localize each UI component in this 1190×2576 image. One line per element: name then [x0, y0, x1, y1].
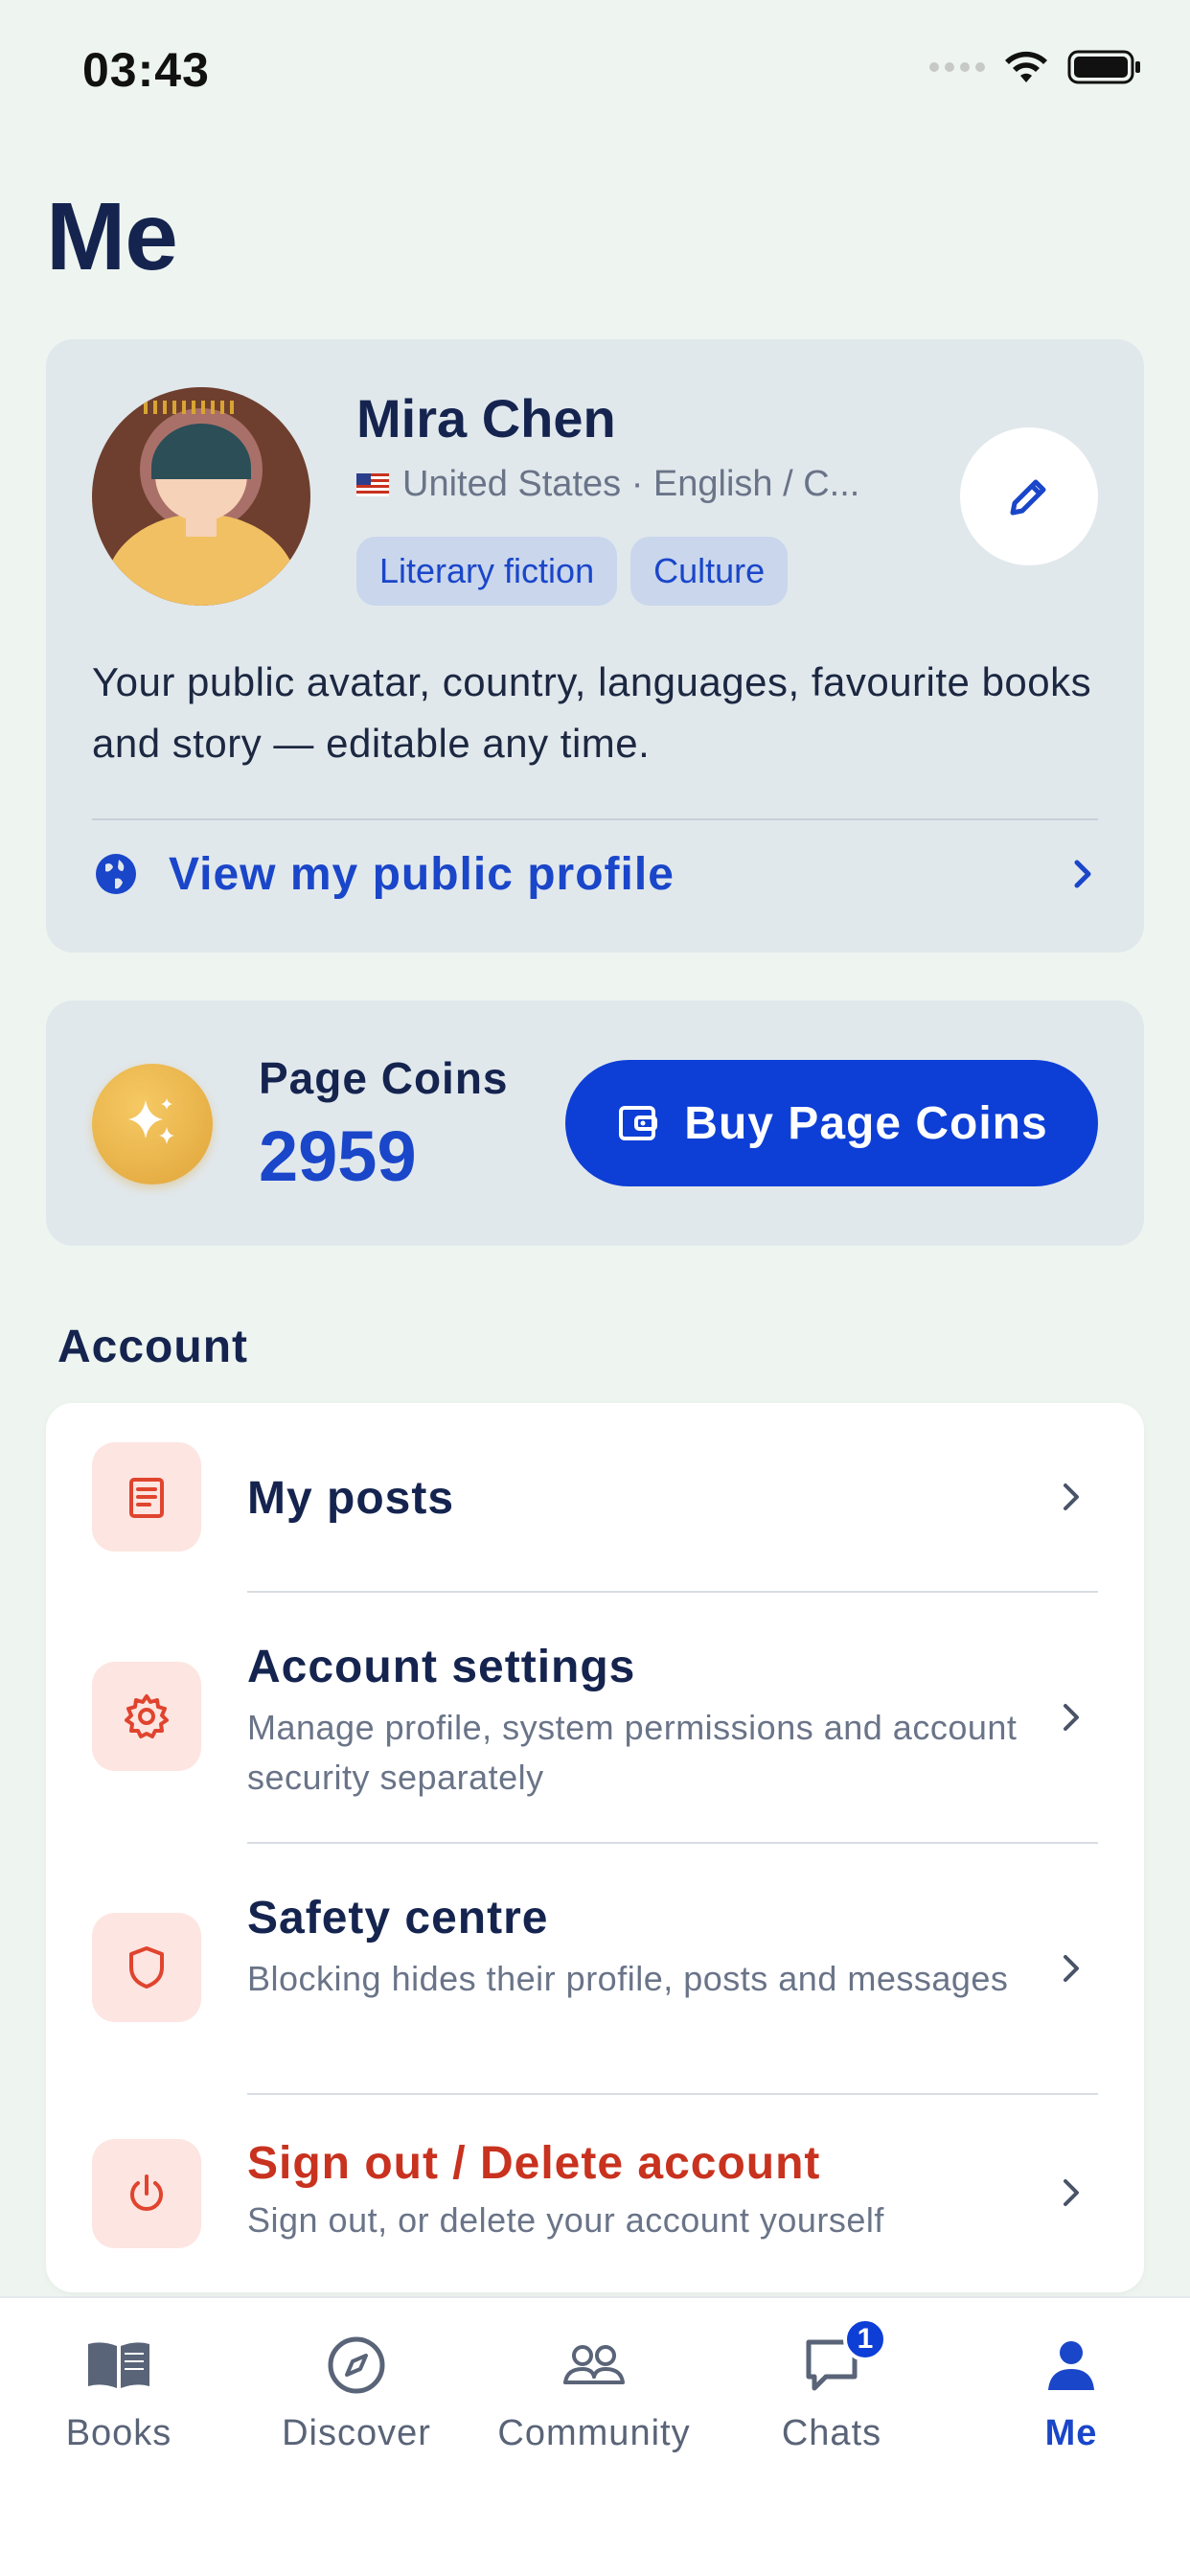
- chevron-right-icon: [1064, 2179, 1079, 2206]
- account-settings-title: Account settings: [247, 1642, 636, 1692]
- wifi-icon: [1005, 51, 1047, 82]
- tab-discover[interactable]: Discover: [238, 2331, 475, 2474]
- view-public-profile-label: View my public profile: [169, 848, 675, 900]
- tab-bar: Books Discover Community 1 Chats Me: [0, 2296, 1190, 2576]
- tab-label: Me: [1044, 2413, 1098, 2453]
- account-section-title: Account: [57, 1322, 248, 1372]
- tab-me[interactable]: Me: [952, 2331, 1190, 2474]
- wallet-icon: [619, 1106, 658, 1140]
- account-settings-subtitle: Manage profile, system permissions and a…: [247, 1708, 1018, 1797]
- page-coins-card: Page Coins 2959 Buy Page Coins: [46, 1000, 1144, 1246]
- account-list: My posts Account settings Manage profile…: [46, 1403, 1144, 2292]
- profile-card: Mira Chen United States · English / C...…: [46, 339, 1144, 953]
- edit-profile-button[interactable]: [960, 427, 1098, 565]
- book-icon: [84, 2331, 153, 2400]
- page-title: Me: [46, 183, 178, 290]
- battery-icon: [1067, 50, 1140, 84]
- buy-page-coins-button[interactable]: Buy Page Coins: [565, 1060, 1098, 1186]
- profile-meta: United States · English / C...: [356, 464, 859, 505]
- chevron-right-icon: [1074, 860, 1091, 888]
- pencil-icon: [1010, 479, 1046, 516]
- tag: Literary fiction: [356, 537, 618, 606]
- divider: [92, 818, 1098, 820]
- status-time: 03:43: [82, 43, 210, 97]
- profile-location-languages: United States · English / C...: [402, 464, 860, 504]
- shield-icon: [92, 1913, 201, 2022]
- compass-icon: [322, 2331, 391, 2400]
- buy-page-coins-label: Buy Page Coins: [684, 1097, 1048, 1149]
- tab-label: Books: [65, 2413, 172, 2453]
- tab-books[interactable]: Books: [0, 2331, 238, 2474]
- list-item-safety-centre[interactable]: Safety centre Blocking hides their profi…: [46, 1844, 1144, 2093]
- chat-icon: 1: [797, 2317, 887, 2400]
- safety-centre-subtitle: Blocking hides their profile, posts and …: [247, 1959, 1009, 1998]
- chevron-right-icon: [1064, 1955, 1079, 1982]
- page-coins-label: Page Coins: [259, 1053, 509, 1103]
- avatar[interactable]: [92, 387, 310, 606]
- tab-label: Community: [497, 2413, 691, 2453]
- profile-name: Mira Chen: [356, 388, 616, 448]
- list-item-account-settings[interactable]: Account settings Manage profile, system …: [46, 1593, 1144, 1842]
- sign-out-delete-title: Sign out / Delete account: [247, 2138, 821, 2189]
- chats-unread-badge: 1: [843, 2317, 887, 2361]
- my-posts-title: My posts: [247, 1473, 455, 1524]
- globe-icon: [96, 854, 136, 894]
- people-icon: [560, 2331, 629, 2400]
- signal-icon: [929, 62, 985, 72]
- us-flag-icon: [356, 472, 389, 496]
- document-icon: [92, 1442, 201, 1552]
- sign-out-delete-subtitle: Sign out, or delete your account yoursel…: [247, 2200, 884, 2240]
- status-bar: 03:43: [0, 0, 1190, 144]
- tab-label: Discover: [282, 2413, 431, 2453]
- view-public-profile-link[interactable]: View my public profile: [92, 828, 1098, 920]
- tab-chats[interactable]: 1 Chats: [713, 2317, 950, 2474]
- sparkle-icon: [92, 1064, 213, 1184]
- chevron-right-icon: [1064, 1484, 1079, 1510]
- status-icons: [929, 48, 1142, 86]
- chevron-right-icon: [1064, 1704, 1079, 1731]
- tag-list: Literary fiction Culture: [356, 537, 789, 606]
- page-coins-balance: 2959: [259, 1116, 417, 1196]
- list-item-sign-out-delete[interactable]: Sign out / Delete account Sign out, or d…: [46, 2095, 1144, 2292]
- profile-description: Your public avatar, country, languages, …: [92, 659, 1092, 766]
- power-icon: [92, 2139, 201, 2248]
- safety-centre-title: Safety centre: [247, 1893, 549, 1944]
- tag: Culture: [630, 537, 789, 606]
- list-item-my-posts[interactable]: My posts: [46, 1403, 1144, 1591]
- person-icon: [1037, 2331, 1106, 2400]
- tab-community[interactable]: Community: [475, 2331, 713, 2474]
- gear-icon: [92, 1662, 201, 1771]
- tab-label: Chats: [781, 2413, 882, 2453]
